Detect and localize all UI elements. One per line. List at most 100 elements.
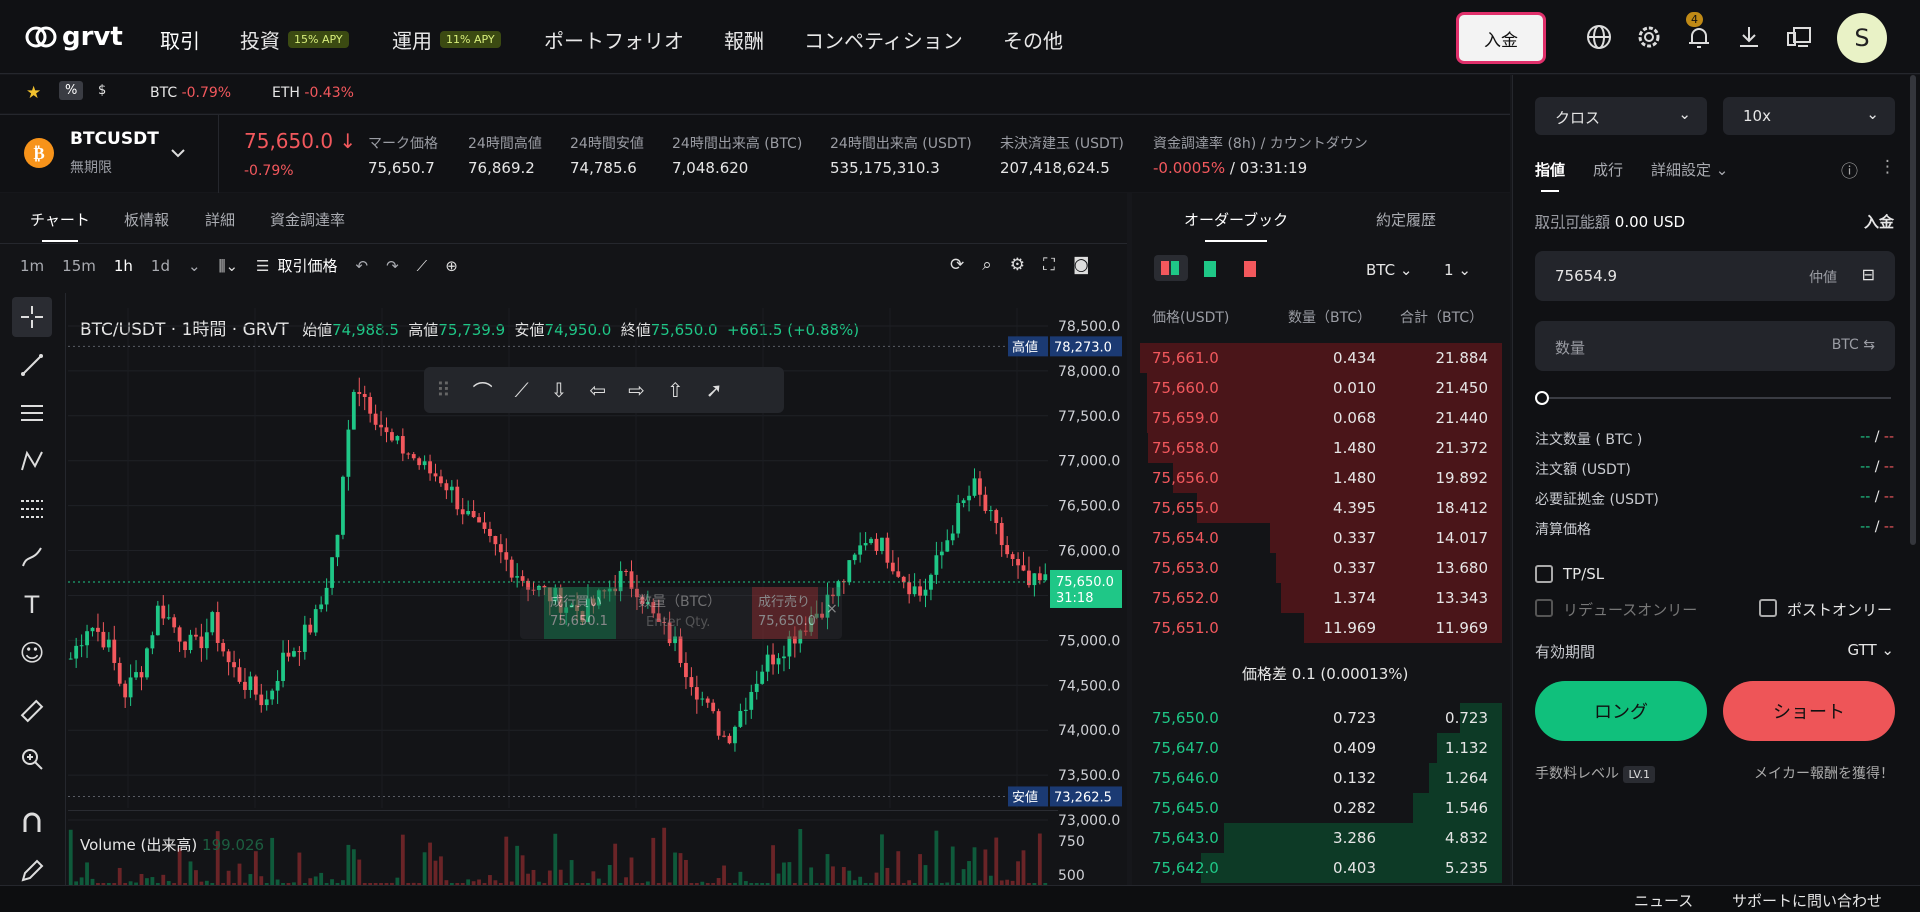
crosshair-icon[interactable] [12,297,52,337]
curve-tool-icon[interactable]: ⌒ [473,376,493,405]
more-icon[interactable]: ⋮ [1879,157,1896,177]
nav-rewards[interactable]: 報酬 [724,25,764,54]
zoom-in-icon[interactable] [12,739,52,779]
quick-sell-button[interactable]: 成行売り 75,650.0 [752,587,818,639]
tab-market[interactable]: 成行 [1593,159,1623,180]
ask-row[interactable]: 75,660.0 0.010 21.450 [1140,373,1502,403]
bid-row[interactable]: 75,650.0 0.723 0.723 [1140,703,1502,733]
ask-row[interactable]: 75,652.0 1.374 13.343 [1140,583,1502,613]
arrow-right-icon[interactable]: ⇨ [628,378,645,402]
slider-handle[interactable] [1535,391,1549,405]
mid-label[interactable]: 仲値 [1809,267,1837,287]
quantity-input[interactable]: 数量 BTC ⇆ [1535,321,1895,371]
view-both-icon[interactable] [1154,255,1188,281]
pattern-icon[interactable] [12,441,52,481]
ask-row[interactable]: 75,659.0 0.068 21.440 [1140,403,1502,433]
avatar[interactable]: S [1837,13,1887,63]
news-link[interactable]: ニュース [1634,890,1693,911]
reduce-only-checkbox[interactable] [1535,599,1553,617]
leverage-select[interactable]: 10x ⌄ [1723,97,1895,135]
arrow-left-icon[interactable]: ⇦ [589,378,606,402]
globe-icon[interactable] [1584,22,1614,52]
undo-icon[interactable]: ↶ [356,257,369,275]
refresh-icon[interactable]: ⟳ [950,255,964,275]
camera-icon[interactable]: ◙ [1073,255,1090,275]
tab-chart[interactable]: チャート [30,209,90,242]
deposit-button[interactable]: 入金 [1456,12,1546,64]
view-bids-icon[interactable] [1204,261,1216,277]
price-type-label[interactable]: 取引価格 [278,255,338,276]
post-only-checkbox[interactable] [1759,599,1777,617]
tab-orderbook-view[interactable]: 板情報 [124,209,169,230]
drag-handle-icon[interactable]: ⠿ [436,378,451,402]
quick-buy-button[interactable]: 成行買い 75,650.1 [544,587,616,639]
step-select[interactable]: 1 ⌄ [1444,261,1471,279]
star-icon[interactable]: ★ [26,83,41,103]
chevron-down-icon[interactable]: ⌄ [188,257,201,275]
ask-row[interactable]: 75,656.0 1.480 19.892 [1140,463,1502,493]
brand-logo[interactable]: grvt [24,22,123,52]
bid-row[interactable]: 75,645.0 0.282 1.546 [1140,793,1502,823]
tab-advanced[interactable]: 詳細設定 ⌄ [1651,159,1728,180]
info-icon[interactable]: ⓘ [1841,157,1858,182]
bid-row[interactable]: 75,642.0 0.403 5.235 [1140,853,1502,883]
nav-competition[interactable]: コンペティション [804,25,963,54]
bell-icon[interactable] [1684,22,1714,52]
fullscreen-icon[interactable]: ⛶ [1043,255,1055,275]
interval-15m[interactable]: 15m [62,257,96,275]
nav-vault[interactable]: 運用 11% APY [392,25,501,54]
tab-limit[interactable]: 指値 [1535,159,1565,192]
settings-icon[interactable]: ⚙ [1010,255,1025,275]
quick-qty-input[interactable]: Enter Qty. [646,615,710,630]
percent-toggle[interactable]: % [59,81,84,100]
arrow-marker-icon[interactable]: ➚ [706,378,723,402]
gear-icon[interactable] [1634,22,1664,52]
arrow-up-icon[interactable]: ⇧ [667,378,684,402]
deposit-link[interactable]: 入金 [1864,211,1894,232]
download-icon[interactable] [1734,22,1764,52]
tab-details[interactable]: 詳細 [205,209,235,230]
magnet-icon[interactable] [12,803,52,843]
interval-1d[interactable]: 1d [151,257,170,275]
bid-row[interactable]: 75,643.0 3.286 4.832 [1140,823,1502,853]
ask-row[interactable]: 75,655.0 4.395 18.412 [1140,493,1502,523]
short-button[interactable]: ショート [1723,681,1895,741]
indicators-icon[interactable]: ⟋ [417,257,428,275]
nav-more[interactable]: その他 [1003,25,1063,54]
horizontal-lines-icon[interactable] [12,393,52,433]
nav-portfolio[interactable]: ポートフォリオ [544,25,684,54]
symbol-name[interactable]: BTCUSDT [70,129,159,149]
fav-btc[interactable]: BTC -0.79% [150,85,231,101]
add-icon[interactable]: ⊕ [445,257,458,275]
trend-line-icon[interactable] [12,345,52,385]
long-button[interactable]: ロング [1535,681,1707,741]
maker-rewards-link[interactable]: メイカー報酬を獲得！ [1754,763,1894,783]
close-icon[interactable]: × [826,601,838,617]
price-mode-icon[interactable]: ⊟ [1862,265,1875,284]
ask-row[interactable]: 75,651.0 11.969 11.969 [1140,613,1502,643]
scrollbar[interactable] [1910,75,1916,545]
ask-row[interactable]: 75,658.0 1.480 21.372 [1140,433,1502,463]
redo-icon[interactable]: ↷ [386,257,399,275]
devices-icon[interactable] [1784,22,1814,52]
ask-row[interactable]: 75,654.0 0.337 14.017 [1140,523,1502,553]
tpsl-checkbox[interactable] [1535,565,1553,583]
usd-toggle[interactable]: $ [98,83,106,98]
candle-type-icon[interactable]: ⫼⌄ [219,257,238,275]
nav-trade[interactable]: 取引 [160,25,200,78]
ruler-icon[interactable] [12,691,52,731]
interval-1m[interactable]: 1m [20,257,44,275]
quantity-slider[interactable] [1541,397,1891,399]
price-type-icon[interactable]: ☰ [256,257,269,275]
ray-tool-icon[interactable]: ⟋ [515,378,529,402]
bid-row[interactable]: 75,646.0 0.132 1.264 [1140,763,1502,793]
tif-select[interactable]: GTT ⌄ [1848,641,1895,659]
text-icon[interactable]: T [12,585,52,625]
fib-icon[interactable] [12,489,52,529]
emoji-icon[interactable]: ☺ [12,633,52,673]
fav-eth[interactable]: ETH -0.43% [272,85,354,101]
support-link[interactable]: サポートに問い合わせ [1732,890,1882,911]
ask-row[interactable]: 75,653.0 0.337 13.680 [1140,553,1502,583]
tab-trade-history[interactable]: 約定履歴 [1376,209,1436,230]
chevron-down-icon[interactable] [168,145,188,161]
